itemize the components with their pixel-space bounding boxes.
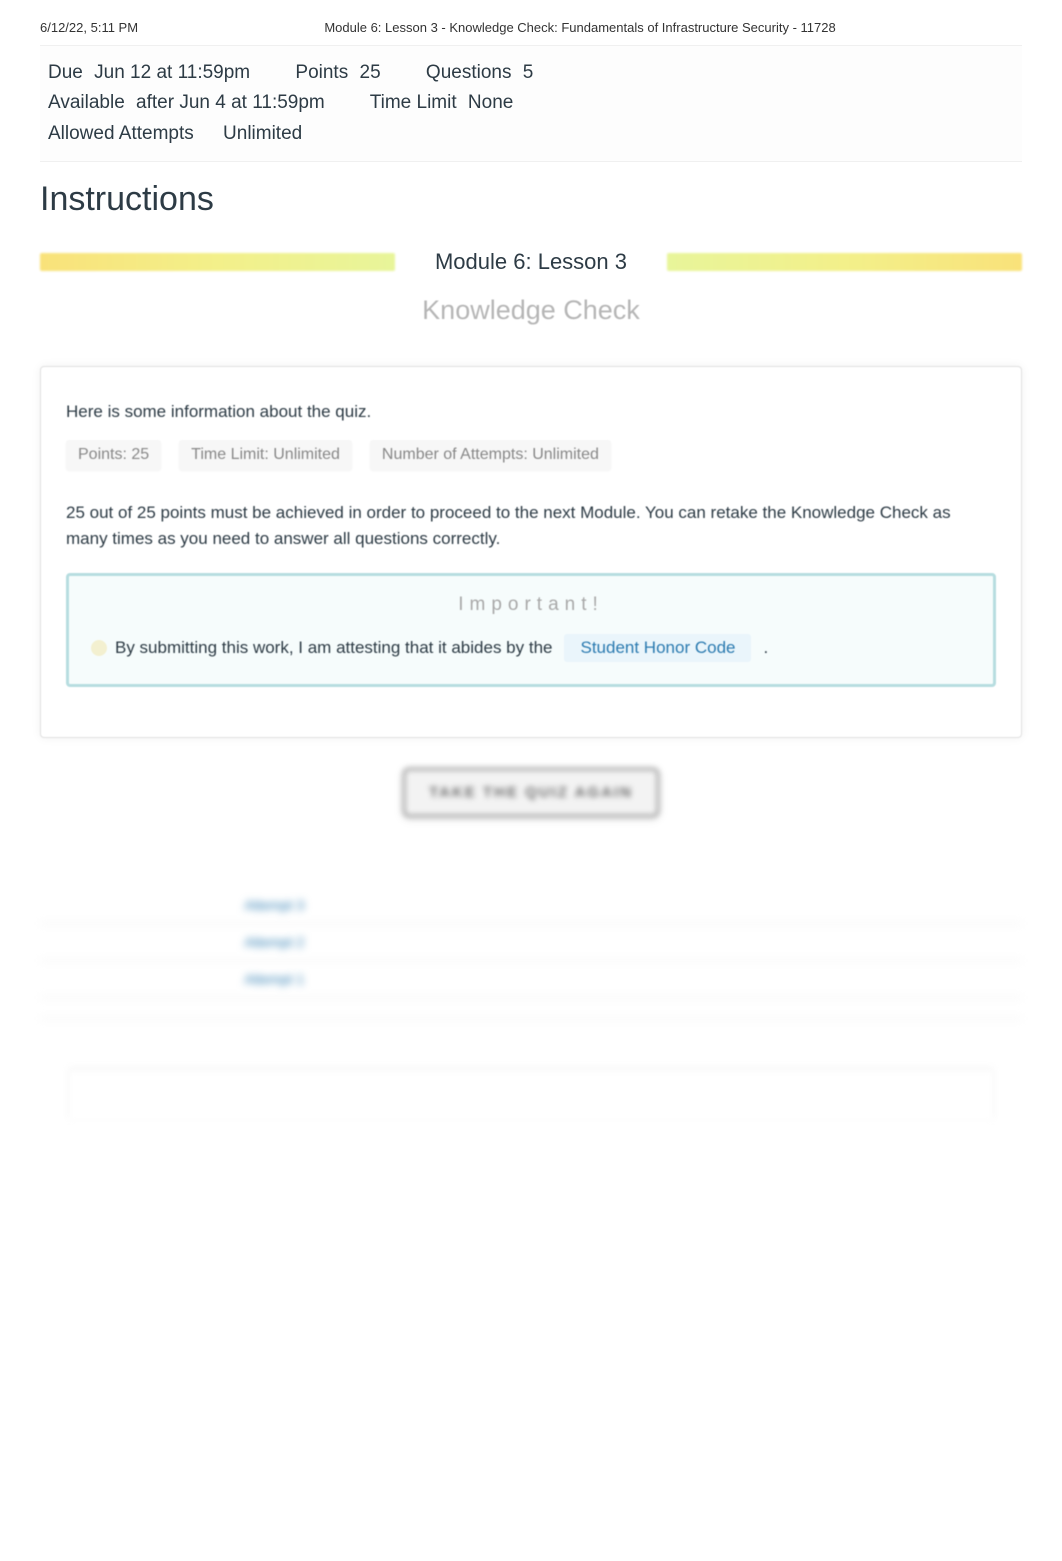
quiz-info-card: Here is some information about the quiz.… (40, 366, 1022, 738)
questions-label: Questions (426, 62, 512, 83)
badge-points: Points: 25 (66, 440, 161, 470)
module-title-row: Module 6: Lesson 3 (40, 249, 1022, 275)
table-row: Attempt 1 (40, 961, 1022, 998)
available-value: after Jun 4 at 11:59pm (136, 92, 325, 113)
decorative-bar-left (40, 253, 395, 271)
points-value: 25 (360, 62, 381, 83)
questions-value: 5 (523, 62, 534, 83)
attempt-link[interactable]: Attempt 2 (236, 924, 432, 961)
bullet-icon (91, 640, 107, 656)
attempts-label: Allowed Attempts (48, 123, 194, 144)
knowledge-check-subtitle: Knowledge Check (40, 295, 1022, 326)
attempts-history-table: Attempt 3 Attempt 2 Attempt 1 (40, 887, 1022, 1019)
print-title: Module 6: Lesson 3 - Knowledge Check: Fu… (324, 20, 835, 35)
attempt-link[interactable]: Attempt 3 (236, 887, 432, 924)
instructions-heading: Instructions (40, 180, 1022, 219)
pass-requirement-text: 25 out of 25 points must be achieved in … (66, 500, 996, 551)
table-row (40, 998, 1022, 1019)
timelimit-label: Time Limit (370, 92, 457, 113)
honor-suffix: . (763, 638, 768, 658)
attempts-value: Unlimited (223, 123, 302, 144)
take-quiz-again-button[interactable]: TAKE THE QUIZ AGAIN (403, 768, 659, 817)
honor-code-line: By submitting this work, I am attesting … (91, 634, 971, 662)
attempt-link[interactable]: Attempt 1 (236, 961, 432, 998)
honor-code-link[interactable]: Student Honor Code (564, 634, 751, 662)
print-datetime: 6/12/22, 5:11 PM (40, 20, 138, 35)
due-value: Jun 12 at 11:59pm (94, 62, 250, 83)
badge-timelimit: Time Limit: Unlimited (179, 440, 352, 470)
badge-attempts: Number of Attempts: Unlimited (370, 440, 611, 470)
quiz-badges-row: Points: 25 Time Limit: Unlimited Number … (66, 440, 996, 470)
due-label: Due (48, 62, 83, 83)
module-title: Module 6: Lesson 3 (395, 249, 667, 275)
honor-prefix: By submitting this work, I am attesting … (115, 638, 552, 658)
print-header: 6/12/22, 5:11 PM Module 6: Lesson 3 - Kn… (0, 0, 1062, 45)
table-row: Attempt 2 (40, 924, 1022, 961)
table-row: Attempt 3 (40, 887, 1022, 924)
decorative-bar-right (667, 253, 1022, 271)
points-label: Points (295, 62, 348, 83)
bottom-panel (68, 1069, 994, 1119)
quiz-intro-text: Here is some information about the quiz. (66, 402, 996, 422)
important-box: Important! By submitting this work, I am… (66, 573, 996, 687)
timelimit-value: None (468, 92, 513, 113)
available-label: Available (48, 92, 125, 113)
important-title: Important! (91, 594, 971, 616)
quiz-meta-bar: Due Jun 12 at 11:59pm Points 25 Question… (40, 45, 1022, 162)
